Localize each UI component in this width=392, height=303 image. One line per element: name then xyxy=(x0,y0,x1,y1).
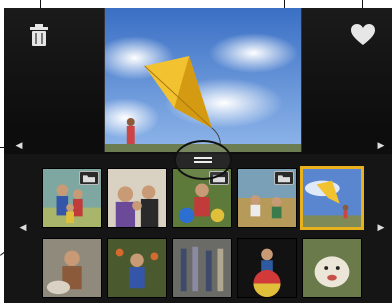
screen: ◀ ▶ ◀ ▶ xyxy=(4,8,392,303)
chevron-left-icon[interactable]: ◀ xyxy=(16,220,30,234)
thumbnail-mother-and-kids[interactable] xyxy=(107,168,167,228)
thumbnail-family-group[interactable] xyxy=(42,168,102,228)
chevron-right-icon[interactable]: ▶ xyxy=(374,138,388,152)
chevron-left-icon[interactable]: ◀ xyxy=(12,138,26,152)
thumbnail-dog-smiling[interactable] xyxy=(302,238,362,298)
trash-icon[interactable] xyxy=(26,22,52,48)
folder-icon xyxy=(274,171,294,185)
thumbnail-boy-with-flowers[interactable] xyxy=(107,238,167,298)
thumbnail-kite-beach[interactable] xyxy=(300,166,364,230)
chevron-right-icon[interactable]: ▶ xyxy=(374,220,388,234)
main-photo-preview[interactable] xyxy=(104,8,302,152)
thumbnail-child-on-ball[interactable] xyxy=(237,238,297,298)
app-screenshot: ◀ ▶ ◀ ▶ xyxy=(0,0,392,303)
folder-icon xyxy=(79,171,99,185)
drag-handle-icon[interactable] xyxy=(194,157,212,163)
heart-icon[interactable] xyxy=(350,22,376,48)
thumbnail-kids-on-grass[interactable] xyxy=(237,168,297,228)
thumbnail-girl-with-dog[interactable] xyxy=(42,238,102,298)
thumbnail-legs-group[interactable] xyxy=(172,238,232,298)
